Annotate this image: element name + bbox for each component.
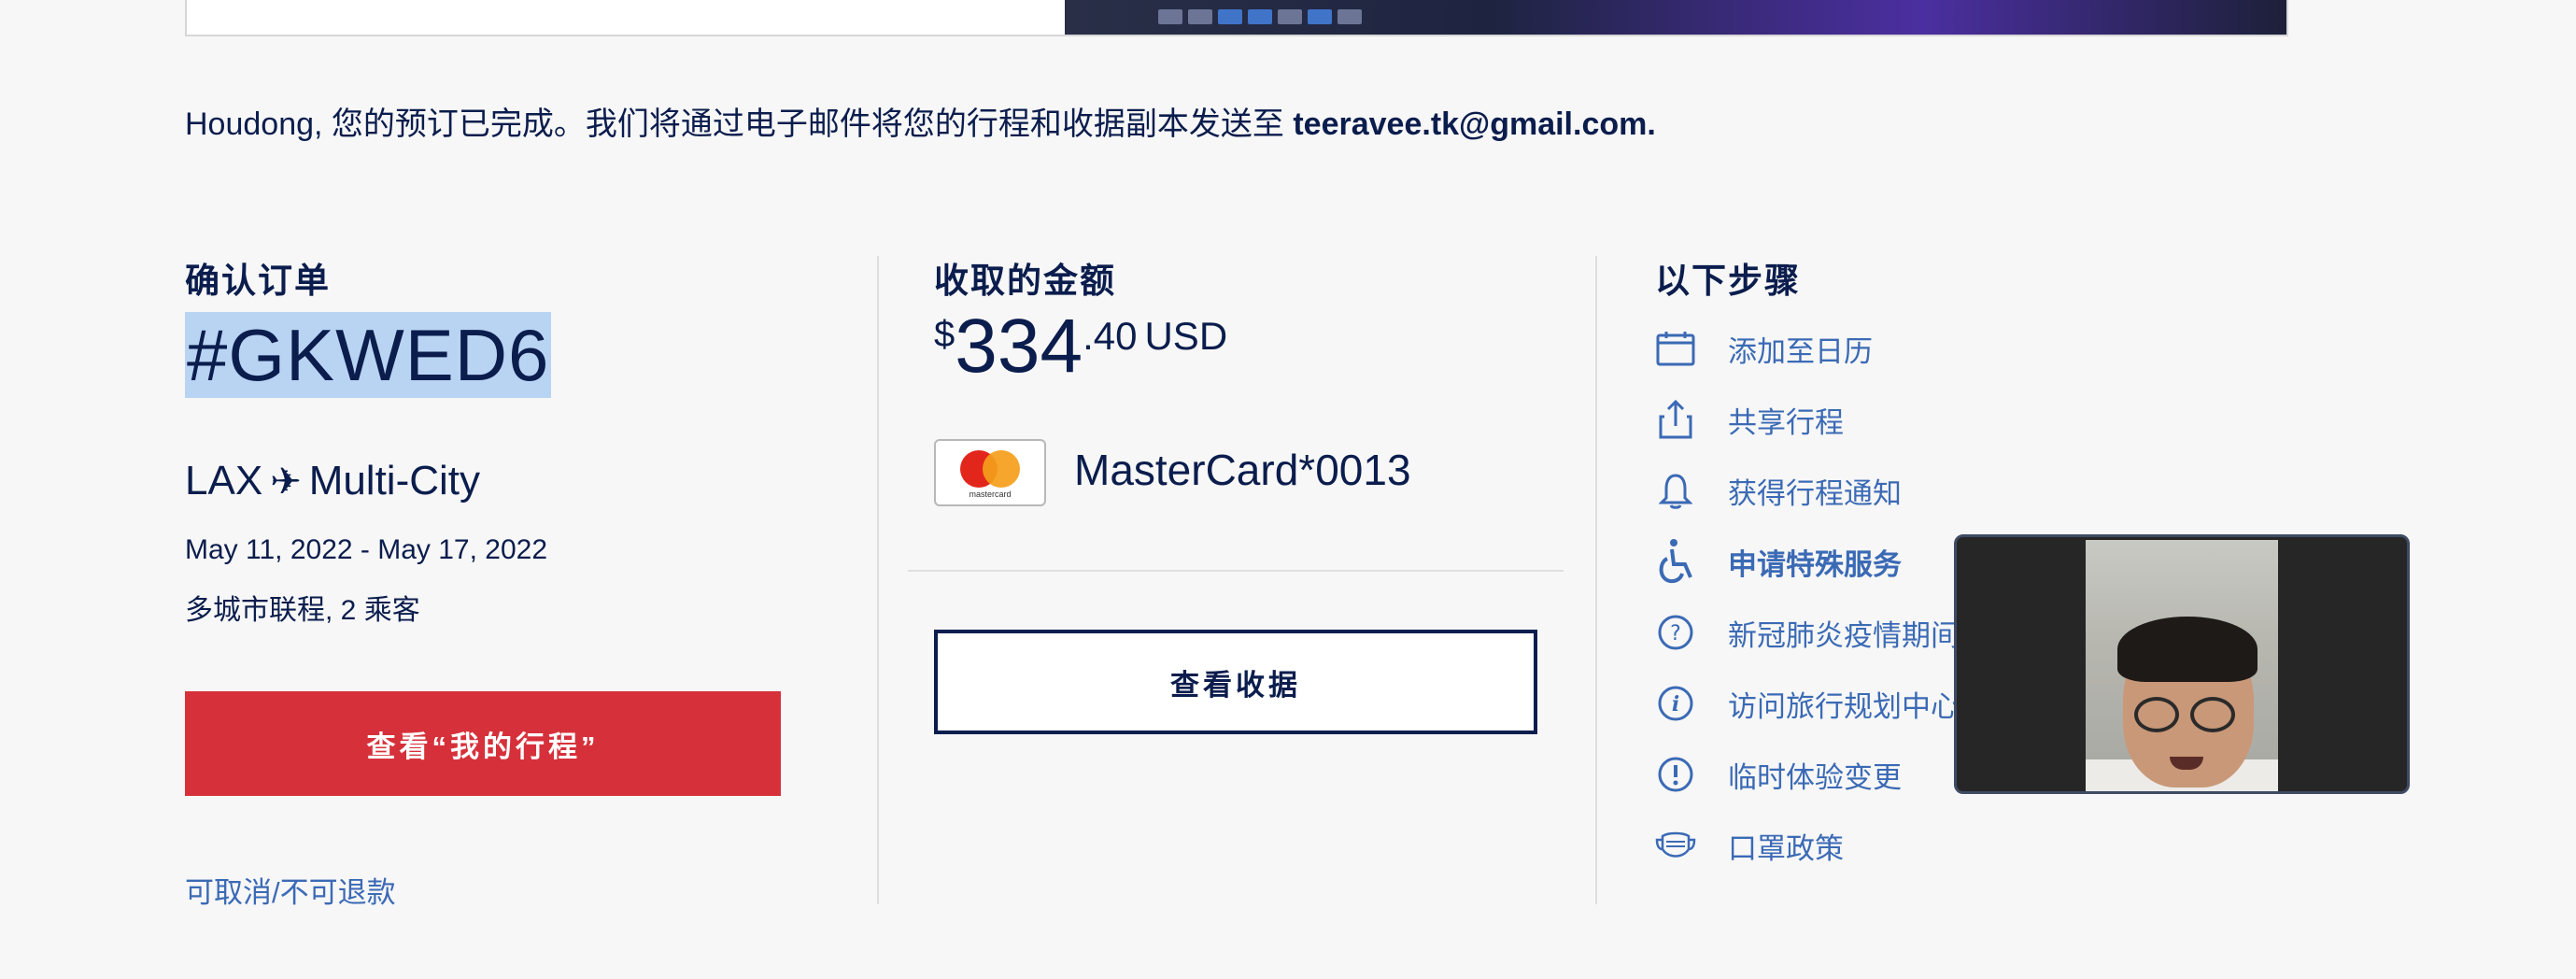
step-special-services[interactable]: 申请特殊服务	[1655, 539, 1902, 584]
cancellation-policy-link[interactable]: 可取消/不可退款	[185, 869, 396, 911]
mask-icon	[1655, 824, 1696, 867]
step-label: 访问旅行规划中心	[1728, 689, 1960, 723]
payment-divider	[908, 570, 1564, 572]
route: LAX ✈ Multi-City	[185, 458, 480, 504]
step-trip-alerts[interactable]: 获得行程通知	[1655, 469, 1902, 512]
payment-title: 收取的金额	[934, 262, 1116, 300]
mastercard-logo: mastercard	[934, 439, 1046, 506]
booking-title: 确认订单	[185, 262, 331, 300]
svg-text:i: i	[1672, 692, 1679, 717]
view-my-trips-button[interactable]: 查看“我的行程”	[185, 691, 781, 796]
alert-icon	[1655, 753, 1696, 796]
amount-cents: .40	[1083, 314, 1138, 358]
video-call-overlay[interactable]	[1954, 534, 2410, 794]
booking-column: 确认订单	[185, 252, 331, 303]
column-divider	[877, 256, 879, 904]
svg-text:?: ?	[1670, 622, 1681, 646]
payment-column: 收取的金额	[934, 252, 1116, 303]
column-divider	[1595, 256, 1597, 904]
confirmation-email: teeravee.tk@gmail.com.	[1293, 106, 1656, 142]
step-label: 共享行程	[1728, 405, 1844, 439]
plane-icon: ✈	[270, 461, 302, 503]
card-number: MasterCard*0013	[1074, 446, 1411, 494]
calendar-icon	[1655, 327, 1696, 370]
step-travel-planning[interactable]: i 访问旅行规划中心	[1655, 682, 1960, 725]
route-destination: Multi-City	[308, 458, 481, 504]
confirmation-message: Houdong, 您的预订已完成。我们将通过电子邮件将您的行程和收据副本发送至 …	[185, 98, 1656, 144]
info-icon: i	[1655, 682, 1696, 725]
step-covid-info[interactable]: ? 新冠肺炎疫情期间	[1655, 611, 1960, 654]
step-label: 新冠肺炎疫情期间	[1728, 618, 1960, 652]
amount-whole: 334	[955, 304, 1083, 389]
step-mask-policy[interactable]: 口罩政策	[1655, 824, 1844, 867]
accessibility-icon	[1655, 539, 1696, 584]
next-steps-column: 以下步骤	[1655, 252, 1801, 303]
step-add-to-calendar[interactable]: 添加至日历	[1655, 327, 1873, 370]
currency-code: USD	[1144, 314, 1228, 358]
hero-image	[1065, 0, 2286, 35]
share-icon	[1655, 398, 1696, 441]
amount-charged: $334.40 USD	[934, 308, 1227, 385]
step-label: 获得行程通知	[1728, 476, 1902, 510]
confirmation-text: Houdong, 您的预订已完成。我们将通过电子邮件将您的行程和收据副本发送至	[185, 106, 1294, 142]
hero-banner	[185, 0, 2288, 36]
webcam-feed	[2086, 540, 2278, 791]
step-label: 添加至日历	[1728, 334, 1873, 368]
trip-dates: May 11, 2022 - May 17, 2022	[185, 534, 548, 565]
next-steps-title: 以下步骤	[1655, 262, 1801, 300]
card-brand-text: mastercard	[969, 490, 1012, 499]
view-receipt-button[interactable]: 查看收据	[934, 630, 1537, 734]
confirmation-code[interactable]: #GKWED6	[185, 312, 552, 398]
trip-type: 多城市联程, 2 乘客	[185, 595, 420, 626]
currency-symbol: $	[934, 314, 955, 355]
step-label: 口罩政策	[1728, 831, 1844, 865]
step-label: 临时体验变更	[1728, 760, 1902, 794]
step-experience-changes[interactable]: 临时体验变更	[1655, 753, 1902, 796]
step-share-trip[interactable]: 共享行程	[1655, 398, 1844, 441]
question-icon: ?	[1655, 611, 1696, 654]
route-origin: LAX	[185, 458, 263, 504]
step-label: 申请特殊服务	[1728, 547, 1902, 581]
bell-icon	[1655, 469, 1696, 512]
